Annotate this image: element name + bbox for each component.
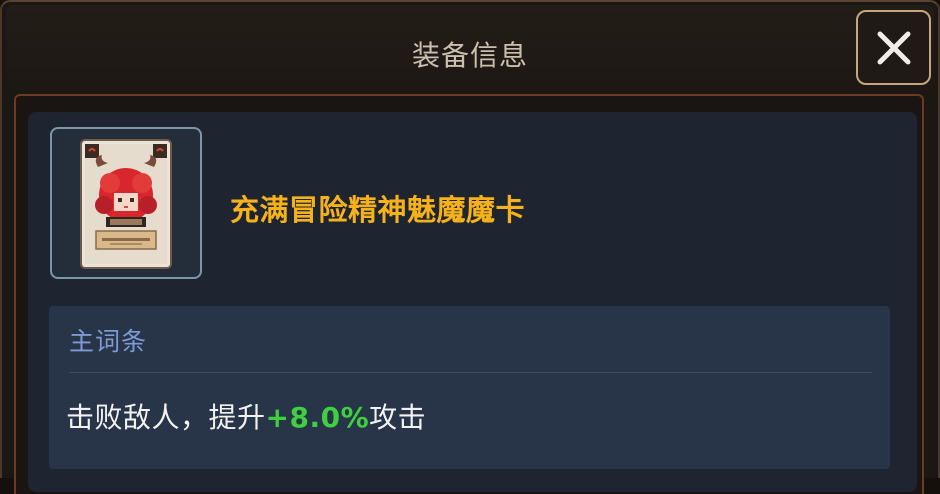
- affix-divider: [69, 372, 872, 373]
- main-affix-box: 主词条 击败敌人，提升+8.0%攻击: [49, 306, 890, 469]
- succubus-card-icon: [80, 139, 172, 269]
- item-name: 充满冒险精神魅魔魔卡: [230, 193, 526, 227]
- affix-text-before: 击败敌人，提升: [66, 401, 266, 434]
- affix-text-after: 攻击: [369, 401, 427, 434]
- close-icon: [877, 31, 911, 65]
- dialog-title: 装备信息: [411, 39, 528, 72]
- item-icon-slot[interactable]: [50, 127, 202, 279]
- main-affix-header: 主词条: [69, 327, 148, 356]
- close-button[interactable]: [856, 10, 931, 85]
- main-affix-text: 击败敌人，提升+8.0%攻击: [66, 396, 426, 436]
- affix-bonus-value: +8.0%: [265, 401, 370, 434]
